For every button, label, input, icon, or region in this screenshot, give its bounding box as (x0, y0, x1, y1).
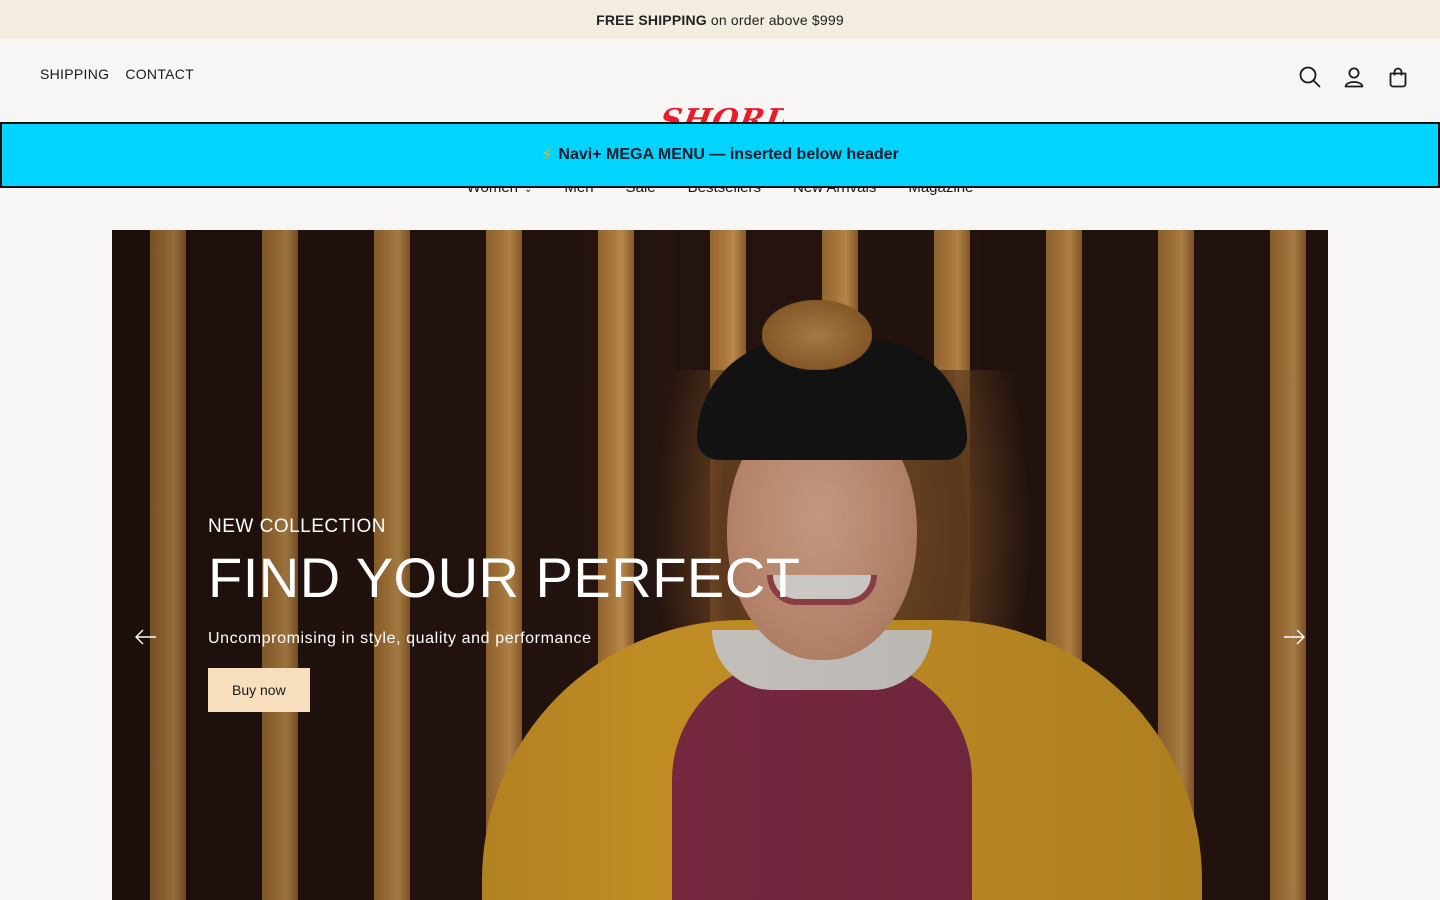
announcement-text: on order above $999 (710, 11, 844, 28)
account-icon[interactable] (1342, 63, 1366, 91)
hero-kicker: NEW COLLECTION (208, 516, 387, 537)
hero-content: NEW COLLECTION FIND YOUR PERFECT Uncompr… (208, 516, 800, 712)
header-icons (1298, 63, 1410, 91)
buy-now-button[interactable]: Buy now (208, 668, 310, 712)
cart-icon[interactable] (1386, 63, 1410, 91)
mega-menu-text: Navi+ MEGA MENU — inserted below header (558, 146, 899, 163)
arrow-right-icon[interactable] (1282, 628, 1306, 646)
hero-slideshow: NEW COLLECTION FIND YOUR PERFECT Uncompr… (112, 230, 1328, 900)
contact-link[interactable]: CONTACT (125, 66, 194, 82)
mega-menu-banner[interactable]: ⚡ Navi+ MEGA MENU — inserted below heade… (0, 122, 1440, 188)
announcement-bar: FREE SHIPPING on order above $999 (0, 0, 1440, 39)
announcement-bold: FREE SHIPPING (596, 11, 707, 28)
search-icon[interactable] (1298, 63, 1322, 91)
shipping-link[interactable]: SHIPPING (40, 66, 109, 82)
header-links: SHIPPING CONTACT (40, 66, 194, 82)
arrow-left-icon[interactable] (134, 628, 158, 646)
hero-headline: FIND YOUR PERFECT (208, 546, 801, 609)
lightning-icon: ⚡ (541, 147, 553, 164)
hero-subtext: Uncompromising in style, quality and per… (208, 630, 592, 647)
